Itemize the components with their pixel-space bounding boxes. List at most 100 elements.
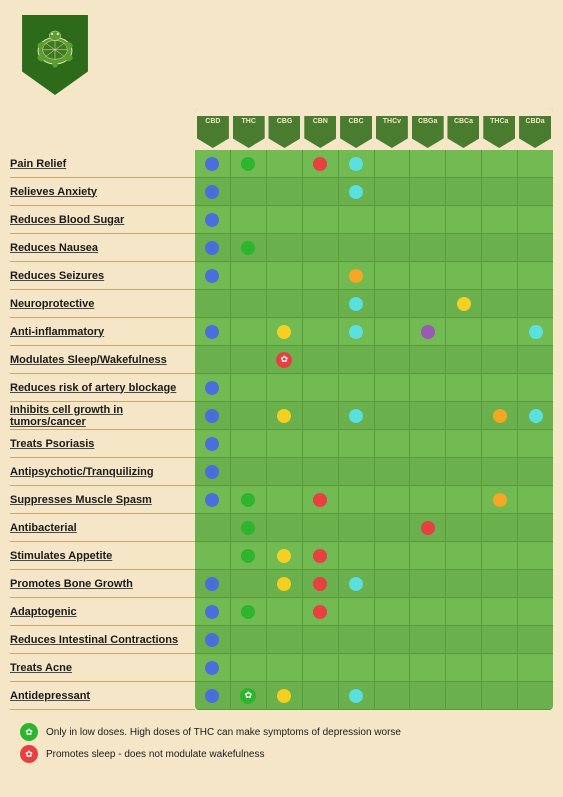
grid-cell-11-7 — [446, 458, 482, 485]
grid-cell-12-4 — [339, 486, 375, 513]
grid-row-8 — [195, 374, 553, 402]
grid-cell-1-6 — [410, 178, 446, 205]
grid-cell-15-1 — [231, 570, 267, 597]
grid-row-18 — [195, 654, 553, 682]
grid-cell-4-4 — [339, 262, 375, 289]
grid-cell-15-6 — [410, 570, 446, 597]
grid-cell-6-4 — [339, 318, 375, 345]
grid-cell-9-9 — [518, 402, 553, 429]
grid-cell-19-0 — [195, 682, 231, 709]
grid-cell-0-4 — [339, 150, 375, 177]
col-header-thcv: THCv — [374, 108, 410, 150]
grid-cell-14-5 — [375, 542, 411, 569]
row-label-14: Stimulates Appetite — [10, 542, 195, 570]
grid-cell-8-7 — [446, 374, 482, 401]
grid-cell-15-7 — [446, 570, 482, 597]
grid-cell-8-6 — [410, 374, 446, 401]
row-label-8: Reduces risk of artery blockage — [10, 374, 195, 402]
grid-cell-5-5 — [375, 290, 411, 317]
grid-cell-17-8 — [482, 626, 518, 653]
grid-cell-10-9 — [518, 430, 553, 457]
grid-cell-0-2 — [267, 150, 303, 177]
row-label-17: Reduces Intestinal Contractions — [10, 626, 195, 654]
grid-cell-5-3 — [303, 290, 339, 317]
grid-cell-16-2 — [267, 598, 303, 625]
grid-cell-9-8 — [482, 402, 518, 429]
grid-cell-13-9 — [518, 514, 553, 541]
grid-cell-18-1 — [231, 654, 267, 681]
grid-cell-13-5 — [375, 514, 411, 541]
grid-cell-3-5 — [375, 234, 411, 261]
row-label-12: Suppresses Muscle Spasm — [10, 486, 195, 514]
grid-cell-17-7 — [446, 626, 482, 653]
grid-cell-11-3 — [303, 458, 339, 485]
grid-cell-9-3 — [303, 402, 339, 429]
grid-cell-3-4 — [339, 234, 375, 261]
grid-cell-17-2 — [267, 626, 303, 653]
page: Pain ReliefRelieves AnxietyReduces Blood… — [0, 0, 563, 778]
grid-cell-7-5 — [375, 346, 411, 373]
grid-cell-2-1 — [231, 206, 267, 233]
grid-cell-16-3 — [303, 598, 339, 625]
grid-cell-17-0 — [195, 626, 231, 653]
grid-cell-17-3 — [303, 626, 339, 653]
row-label-13: Antibacterial — [10, 514, 195, 542]
grid-cell-10-6 — [410, 430, 446, 457]
grid-cell-12-8 — [482, 486, 518, 513]
grid-cell-3-1 — [231, 234, 267, 261]
grid-cell-2-8 — [482, 206, 518, 233]
grid-cell-1-9 — [518, 178, 553, 205]
row-label-2: Reduces Blood Sugar — [10, 206, 195, 234]
grid-cell-5-0 — [195, 290, 231, 317]
row-label-6: Anti-inflammatory — [10, 318, 195, 346]
grid-cell-1-0 — [195, 178, 231, 205]
grid-cell-3-3 — [303, 234, 339, 261]
grid-row-11 — [195, 458, 553, 486]
grid-cell-13-7 — [446, 514, 482, 541]
grid-cell-2-9 — [518, 206, 553, 233]
grid-row-15 — [195, 570, 553, 598]
grid-cell-12-5 — [375, 486, 411, 513]
col-header-thc: THC — [231, 108, 267, 150]
grid-cell-9-7 — [446, 402, 482, 429]
col-header-cbc: CBC — [338, 108, 374, 150]
grid-cell-5-2 — [267, 290, 303, 317]
label-column: Pain ReliefRelieves AnxietyReduces Blood… — [10, 108, 195, 710]
grid-cell-16-8 — [482, 598, 518, 625]
grid-cell-12-7 — [446, 486, 482, 513]
footer: ✿Only in low doses. High doses of THC ca… — [10, 718, 553, 768]
grid-row-14 — [195, 542, 553, 570]
grid-row-17 — [195, 626, 553, 654]
row-label-15: Promotes Bone Growth — [10, 570, 195, 598]
grid-cell-3-6 — [410, 234, 446, 261]
row-label-5: Neuroprotective — [10, 290, 195, 318]
grid-cell-11-1 — [231, 458, 267, 485]
grid-cell-6-2 — [267, 318, 303, 345]
grid-cell-7-6 — [410, 346, 446, 373]
grid-cell-17-5 — [375, 626, 411, 653]
col-header-cbga: CBGa — [410, 108, 446, 150]
grid-cell-18-7 — [446, 654, 482, 681]
grid-cell-4-5 — [375, 262, 411, 289]
grid-cell-4-1 — [231, 262, 267, 289]
grid-cell-16-4 — [339, 598, 375, 625]
grid-cell-0-5 — [375, 150, 411, 177]
grid-cell-11-8 — [482, 458, 518, 485]
grid-cell-1-3 — [303, 178, 339, 205]
grid-cell-14-6 — [410, 542, 446, 569]
grid-cell-8-2 — [267, 374, 303, 401]
grid-cell-18-4 — [339, 654, 375, 681]
grid-cell-14-1 — [231, 542, 267, 569]
grid-cell-12-1 — [231, 486, 267, 513]
header — [10, 10, 553, 100]
grid-cell-4-8 — [482, 262, 518, 289]
grid-cell-15-0 — [195, 570, 231, 597]
grid-cell-8-5 — [375, 374, 411, 401]
grid-cell-15-5 — [375, 570, 411, 597]
row-label-9: Inhibits cell growth in tumors/cancer — [10, 402, 195, 430]
grid-cell-19-4 — [339, 682, 375, 709]
grid-cell-16-6 — [410, 598, 446, 625]
grid-cell-2-3 — [303, 206, 339, 233]
grid-row-0 — [195, 150, 553, 178]
grid-cell-1-1 — [231, 178, 267, 205]
